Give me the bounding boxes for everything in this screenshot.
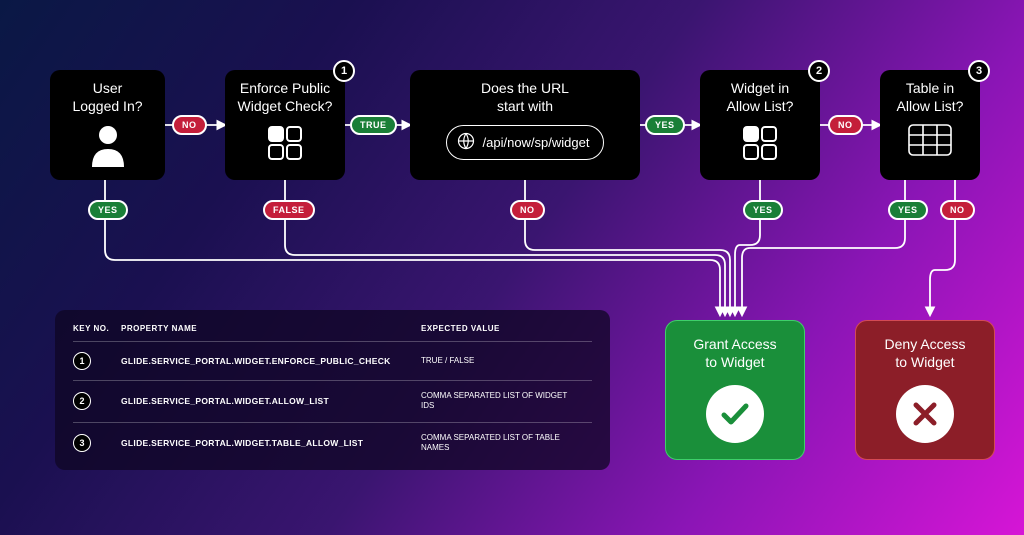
pill-no: NO (172, 115, 207, 135)
url-chip: /api/now/sp/widget (446, 125, 605, 160)
legend-value: COMMA SEPARATED LIST OF TABLE NAMES (421, 433, 571, 454)
legend-property: GLIDE.SERVICE_PORTAL.WIDGET.TABLE_ALLOW_… (121, 438, 421, 448)
pill-yes: YES (743, 200, 783, 220)
result-title: Deny Accessto Widget (885, 335, 966, 371)
legend-key-badge: 3 (73, 434, 91, 452)
result-deny-access: Deny Accessto Widget (855, 320, 995, 460)
legend-header: KEY NO. PROPERTY NAME EXPECTED VALUE (73, 324, 592, 341)
pill-yes: YES (888, 200, 928, 220)
legend-value: COMMA SEPARATED LIST OF WIDGET IDS (421, 391, 571, 412)
node-widget-allow-list: 2 Widget inAllow List? (700, 70, 820, 180)
legend-row: 1 GLIDE.SERVICE_PORTAL.WIDGET.ENFORCE_PU… (73, 341, 592, 380)
widget-grid-icon (740, 123, 780, 168)
result-title: Grant Accessto Widget (693, 335, 776, 371)
legend-property: GLIDE.SERVICE_PORTAL.WIDGET.ENFORCE_PUBL… (121, 356, 421, 366)
badge-key-3: 3 (968, 60, 990, 82)
cross-icon (896, 385, 954, 443)
node-title: Table inAllow List? (897, 80, 964, 115)
col-property-name: PROPERTY NAME (121, 324, 421, 333)
legend-table: KEY NO. PROPERTY NAME EXPECTED VALUE 1 G… (55, 310, 610, 470)
node-title: UserLogged In? (72, 80, 142, 115)
pill-yes: YES (88, 200, 128, 220)
node-user-logged-in: UserLogged In? (50, 70, 165, 180)
legend-key-badge: 2 (73, 392, 91, 410)
pill-yes: YES (645, 115, 685, 135)
pill-no: NO (828, 115, 863, 135)
globe-icon (457, 132, 475, 153)
table-icon (907, 123, 953, 162)
result-grant-access: Grant Accessto Widget (665, 320, 805, 460)
check-icon (706, 385, 764, 443)
legend-row: 2 GLIDE.SERVICE_PORTAL.WIDGET.ALLOW_LIST… (73, 380, 592, 422)
pill-false: FALSE (263, 200, 315, 220)
user-icon (88, 123, 128, 172)
legend-property: GLIDE.SERVICE_PORTAL.WIDGET.ALLOW_LIST (121, 396, 421, 406)
badge-key-1: 1 (333, 60, 355, 82)
node-url-check: Does the URLstart with /api/now/sp/widge… (410, 70, 640, 180)
url-text: /api/now/sp/widget (483, 135, 590, 150)
col-key-no: KEY NO. (73, 324, 121, 333)
pill-true: TRUE (350, 115, 397, 135)
col-expected-value: EXPECTED VALUE (421, 324, 571, 333)
node-table-allow-list: 3 Table inAllow List? (880, 70, 980, 180)
node-title: Widget inAllow List? (727, 80, 794, 115)
badge-key-2: 2 (808, 60, 830, 82)
pill-no: NO (510, 200, 545, 220)
pill-no: NO (940, 200, 975, 220)
legend-value: TRUE / FALSE (421, 356, 571, 366)
diagram-stage: UserLogged In? 1 Enforce PublicWidget Ch… (0, 0, 1024, 535)
node-title: Enforce PublicWidget Check? (238, 80, 333, 115)
node-enforce-public-check: 1 Enforce PublicWidget Check? (225, 70, 345, 180)
widget-grid-icon (265, 123, 305, 168)
legend-key-badge: 1 (73, 352, 91, 370)
legend-row: 3 GLIDE.SERVICE_PORTAL.WIDGET.TABLE_ALLO… (73, 422, 592, 464)
node-title: Does the URLstart with (481, 80, 569, 115)
